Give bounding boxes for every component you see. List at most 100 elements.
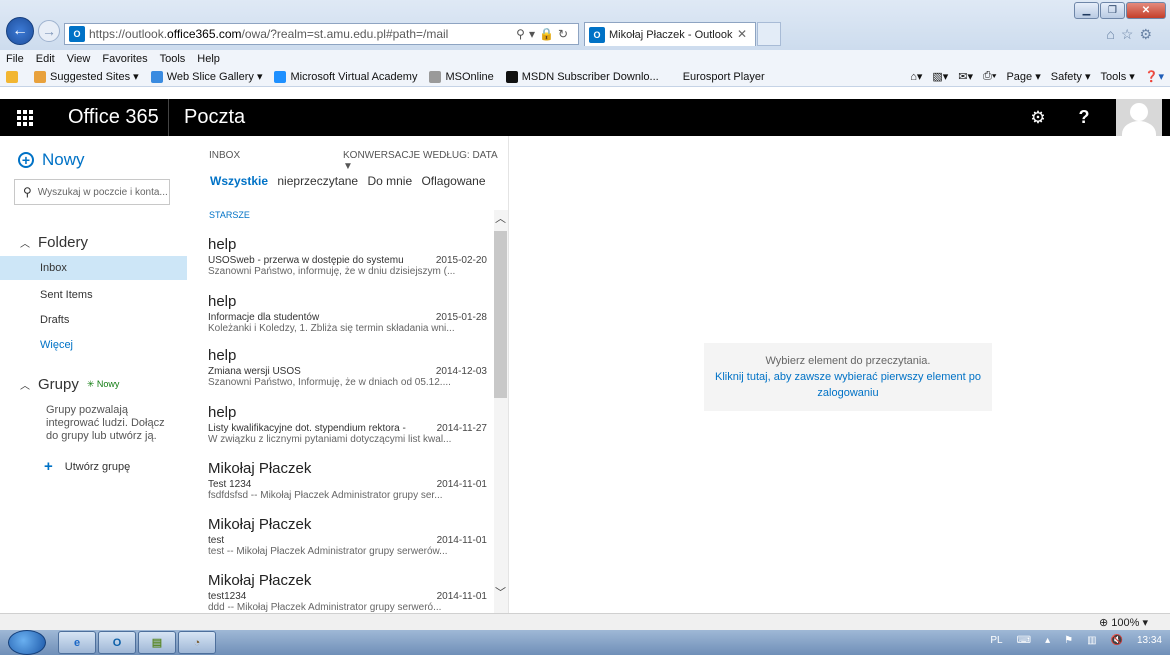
forward-button[interactable]: →: [38, 20, 60, 42]
settings-gear-icon[interactable]: ⚙: [1139, 26, 1158, 42]
taskbar-app-icon[interactable]: ◔: [178, 631, 216, 654]
always-select-first-link[interactable]: Kliknij tutaj, aby zawsze wybierać pierw…: [704, 369, 992, 401]
message-sender: Mikołaj Płaczek: [208, 516, 312, 533]
message-sender: help: [208, 404, 237, 421]
message-subject: Informacje dla studentów: [208, 312, 320, 323]
message-subject: Listy kwalifikacyjne dot. stypendium rek…: [208, 423, 408, 434]
page-menu[interactable]: Page ▾: [1006, 70, 1040, 83]
message-item[interactable]: help Zmiana wersji USOS 2014-12-03 Szano…: [187, 347, 493, 404]
start-button[interactable]: [8, 630, 46, 655]
fav-msonline[interactable]: MSOnline: [429, 70, 494, 83]
new-mail-button[interactable]: + Nowy: [18, 150, 85, 170]
safety-menu[interactable]: Safety ▾: [1051, 70, 1091, 83]
app-launcher-button[interactable]: [0, 99, 50, 136]
zoom-icon: ⊕: [1099, 617, 1109, 629]
keyboard-icon[interactable]: ⌨: [1017, 635, 1031, 646]
scroll-up-icon[interactable]: ︿: [495, 210, 506, 226]
message-item[interactable]: help Listy kwalifikacyjne dot. stypendiu…: [187, 404, 493, 461]
address-tools[interactable]: ⚲▾🔒↻: [516, 27, 572, 41]
minimize-button[interactable]: ▁: [1074, 2, 1099, 19]
tab-title: Mikołaj Płaczek - Outlook: [609, 28, 733, 41]
favorites-star-icon[interactable]: [6, 70, 22, 83]
search-icon[interactable]: ⚲▾: [516, 27, 539, 41]
avatar[interactable]: [1116, 99, 1162, 136]
message-preview: Koleżanki i Koledzy, 1. Zbliża się termi…: [208, 323, 455, 334]
refresh-icon[interactable]: ↻: [558, 27, 572, 41]
search-input[interactable]: ⚲ Wyszukaj w poczcie i konta...: [14, 179, 170, 205]
address-bar[interactable]: O https://outlook.office365.com/owa/?rea…: [64, 23, 579, 45]
menu-help[interactable]: Help: [197, 53, 220, 65]
fav-eurosport[interactable]: Eurosport Player: [683, 71, 765, 83]
network-icon[interactable]: ▥: [1087, 635, 1096, 646]
mail-icon[interactable]: ✉▾: [958, 70, 973, 83]
close-window-button[interactable]: ✕: [1126, 2, 1166, 19]
favorites-star-icon[interactable]: ☆: [1121, 26, 1140, 42]
folder-sent-items[interactable]: Sent Items: [0, 283, 187, 307]
settings-button[interactable]: ⚙: [1018, 99, 1058, 136]
message-item[interactable]: Mikołaj Płaczek test 2014-11-01 test -- …: [187, 516, 493, 573]
message-item[interactable]: help USOSweb - przerwa w dostępie do sys…: [187, 236, 493, 293]
taskbar-ie-icon[interactable]: e: [58, 631, 96, 654]
message-item[interactable]: Mikołaj Płaczek test1234 2014-11-01 ddd …: [187, 572, 493, 613]
print-icon[interactable]: ⎙▾: [983, 70, 996, 83]
volume-icon[interactable]: 🔇: [1111, 635, 1123, 646]
system-tray: PL ⌨ ▴ ⚑ ▥ 🔇 13:34: [990, 635, 1162, 646]
fav-web-slice-gallery[interactable]: Web Slice Gallery ▾: [150, 70, 262, 83]
filter-to-me[interactable]: Do mnie: [367, 174, 412, 188]
message-date: 2014-11-01: [436, 591, 487, 602]
list-scroll-thumb[interactable]: [494, 231, 507, 398]
menu-edit[interactable]: Edit: [36, 53, 55, 65]
empty-reading-card: Wybierz element do przeczytania. Kliknij…: [704, 343, 992, 411]
home-icon[interactable]: ⌂: [1106, 26, 1120, 42]
message-subject: test: [208, 535, 225, 546]
message-item[interactable]: Mikołaj Płaczek Test 1234 2014-11-01 fsd…: [187, 460, 493, 517]
chevron-up-icon: ︿: [20, 239, 30, 250]
browser-tab[interactable]: O Mikołaj Płaczek - Outlook ✕: [584, 22, 756, 46]
lock-icon[interactable]: 🔒: [539, 27, 558, 41]
message-subject: test1234: [208, 591, 247, 602]
message-preview: Szanowni Państwo, Informuję, że w dniach…: [208, 377, 451, 388]
brand-title[interactable]: Office 365: [68, 106, 159, 129]
maximize-button[interactable]: ❐: [1100, 2, 1125, 19]
flag-icon[interactable]: ⚑: [1064, 635, 1073, 646]
home-cmd-icon[interactable]: ⌂▾: [910, 70, 922, 83]
menu-favorites[interactable]: Favorites: [102, 53, 147, 65]
scroll-down-icon[interactable]: ﹀: [495, 584, 506, 600]
groups-header[interactable]: ︿ Grupy ✳ Nowy: [20, 376, 119, 393]
language-indicator[interactable]: PL: [990, 635, 1002, 646]
folder-more-link[interactable]: Więcej: [0, 333, 187, 357]
close-tab-icon[interactable]: ✕: [737, 27, 747, 41]
suite-bar: Office 365 Poczta ⚙ ?: [0, 99, 1170, 136]
bing-icon: [34, 70, 46, 83]
menu-tools[interactable]: Tools: [160, 53, 186, 65]
filter-all[interactable]: Wszystkie: [210, 174, 268, 188]
new-tab-button[interactable]: [757, 22, 781, 46]
message-sender: help: [208, 236, 237, 253]
feeds-icon[interactable]: ▧▾: [932, 70, 948, 83]
zoom-control[interactable]: ⊕ 100% ▾: [1099, 616, 1148, 629]
tools-menu[interactable]: Tools ▾: [1101, 70, 1135, 83]
folders-header[interactable]: ︿ Foldery: [20, 234, 88, 251]
help-icon[interactable]: ❓▾: [1145, 70, 1164, 83]
back-button[interactable]: ←: [6, 17, 34, 45]
folder-drafts[interactable]: Drafts: [0, 308, 187, 332]
fav-msdn[interactable]: MSDN Subscriber Downlo...: [505, 70, 659, 83]
create-group-button[interactable]: + Utwórz grupę: [44, 458, 130, 475]
fav-microsoft-virtual-academy[interactable]: Microsoft Virtual Academy: [274, 70, 417, 83]
menu-file[interactable]: File: [6, 53, 24, 65]
clock[interactable]: 13:34: [1137, 635, 1162, 646]
help-button[interactable]: ?: [1064, 99, 1104, 136]
filter-bar: Wszystkie nieprzeczytane Do mnie Oflagow…: [210, 174, 492, 188]
filter-flagged[interactable]: Oflagowane: [421, 174, 485, 188]
mva-icon: [274, 70, 287, 83]
tray-expand-icon[interactable]: ▴: [1045, 635, 1050, 646]
message-item[interactable]: help Informacje dla studentów 2015-01-28…: [187, 293, 493, 350]
fav-suggested-sites[interactable]: Suggested Sites ▾: [34, 70, 139, 83]
sort-dropdown[interactable]: KONWERSACJE WEDŁUG: DATA ▼: [343, 150, 508, 172]
taskbar-outlook-icon[interactable]: O: [98, 631, 136, 654]
menu-view[interactable]: View: [67, 53, 91, 65]
list-folder-title: INBOX: [209, 150, 241, 161]
taskbar-explorer-icon[interactable]: ▤: [138, 631, 176, 654]
folder-inbox[interactable]: Inbox: [0, 256, 187, 280]
filter-unread[interactable]: nieprzeczytane: [277, 174, 358, 188]
